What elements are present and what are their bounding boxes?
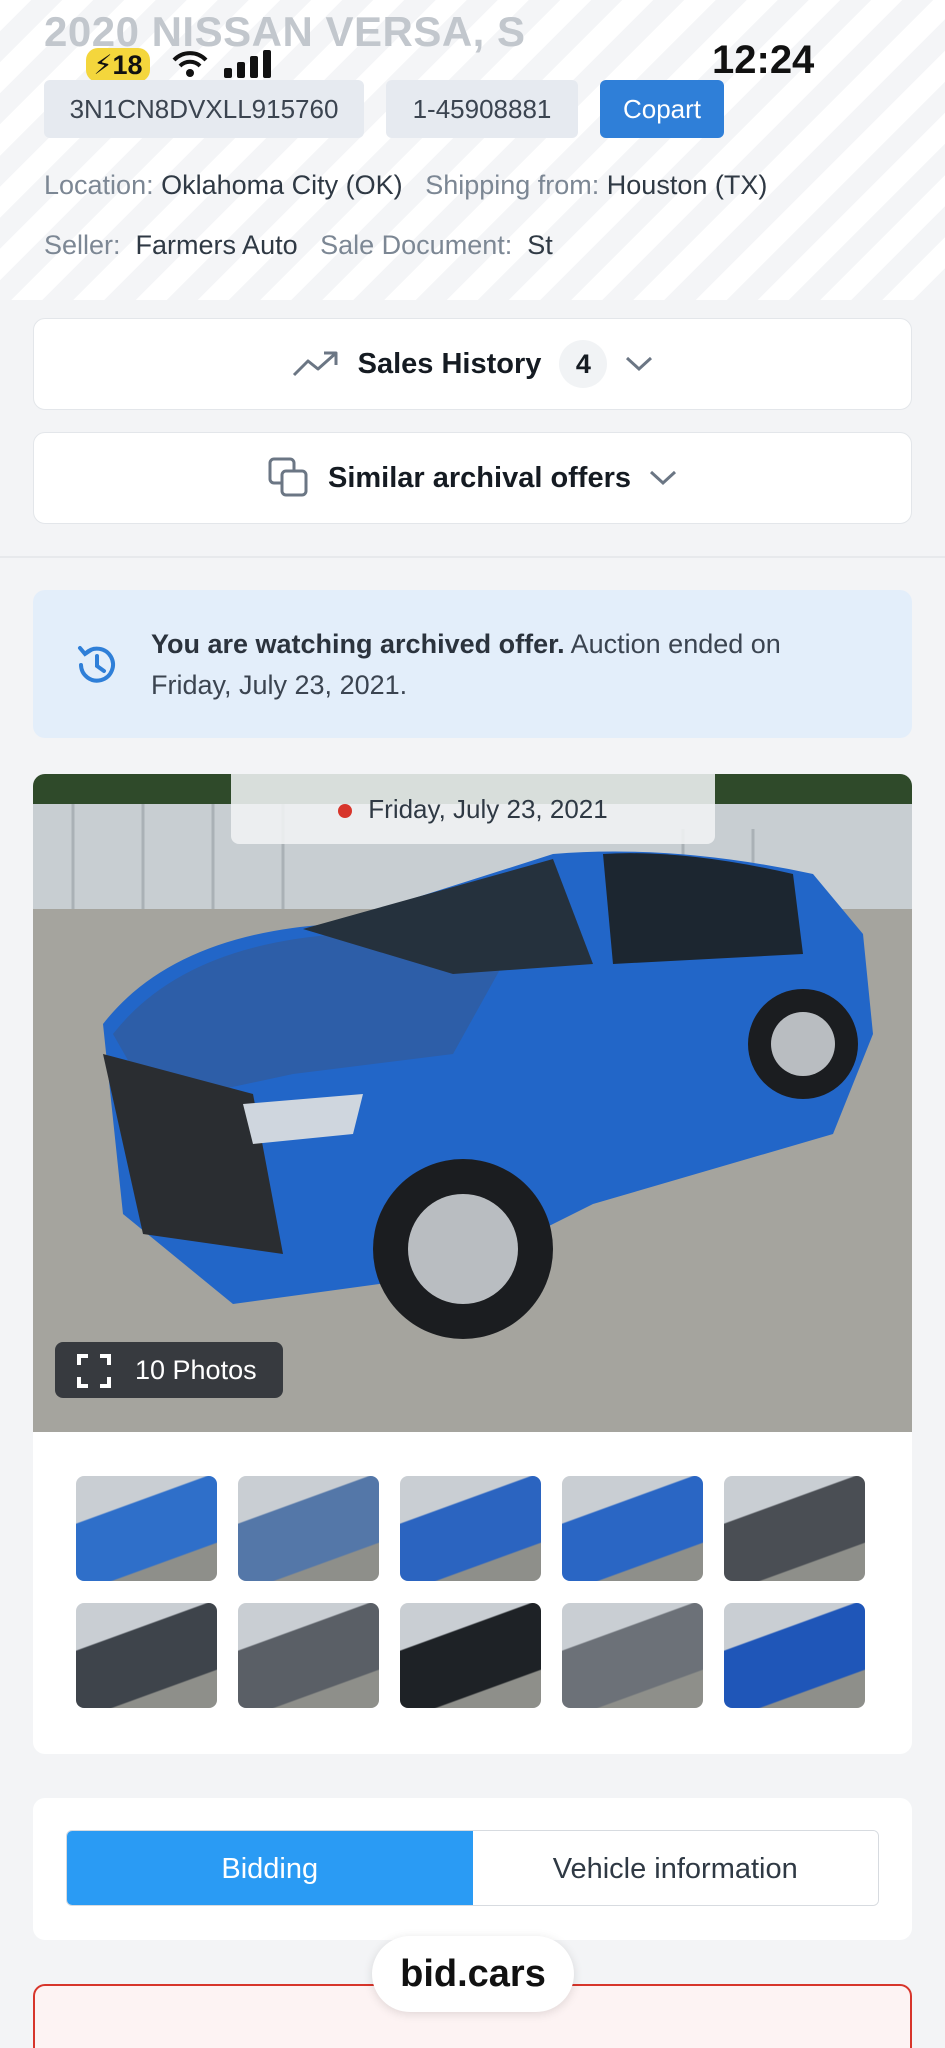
tab-bar: Bidding Vehicle information (66, 1830, 879, 1906)
tab-vehicle-information[interactable]: Vehicle information (472, 1831, 878, 1905)
chevron-down-icon (650, 470, 677, 486)
thumb-front-left[interactable] (76, 1476, 217, 1581)
shipping-label: Shipping from: (425, 170, 600, 200)
tabs-card: Bidding Vehicle information (33, 1798, 912, 1940)
auction-date-pill: Friday, July 23, 2021 (231, 774, 715, 844)
fullscreen-icon (77, 1354, 111, 1388)
thumb-rear-right[interactable] (562, 1476, 703, 1581)
similar-offers-label: Similar archival offers (327, 461, 632, 494)
brand-logo[interactable]: bid.cars (372, 1936, 574, 2012)
thumb-engine[interactable] (238, 1603, 379, 1708)
vin-chip[interactable]: 3N1CN8DVXLL915760 (44, 80, 364, 138)
seller-value: Farmers Auto (135, 230, 298, 260)
seller-line: Seller: Farmers Auto Sale Document: St (44, 230, 553, 261)
notice-bold: You are watching archived offer. (151, 629, 565, 659)
thumb-front-bumper[interactable] (562, 1603, 703, 1708)
section-divider (0, 556, 945, 558)
battery-level: 18 (112, 50, 143, 80)
copy-icon (268, 457, 308, 497)
car-photo-illustration (33, 774, 912, 1432)
history-icon (78, 646, 115, 683)
auction-date: Friday, July 23, 2021 (368, 794, 608, 824)
photo-gallery: Friday, July 23, 2021 10 Photos (33, 774, 912, 1754)
sale-document-value: St (527, 230, 553, 260)
chevron-down-icon (626, 356, 653, 372)
tab-bidding[interactable]: Bidding (67, 1831, 473, 1905)
sale-document-label: Sale Document: (320, 230, 513, 260)
archived-notice: You are watching archived offer. Auction… (33, 590, 912, 738)
similar-offers-accordion[interactable]: Similar archival offers (33, 432, 912, 524)
wifi-icon (172, 51, 208, 77)
sales-history-count: 4 (559, 340, 608, 388)
sales-history-label: Sales History (357, 347, 542, 380)
location-line: Location: Oklahoma City (OK) Shipping fr… (44, 170, 767, 201)
thumb-vin-label[interactable] (724, 1603, 865, 1708)
notice-text: You are watching archived offer. Auction… (151, 624, 791, 706)
thumb-rear-left[interactable] (400, 1476, 541, 1581)
status-dot (338, 804, 353, 819)
trending-up-icon (292, 351, 338, 377)
shipping-value: Houston (TX) (606, 170, 768, 200)
battery-icon: ⚡18 (86, 48, 150, 82)
seller-label: Seller: (44, 230, 121, 260)
copart-button[interactable]: Copart (600, 80, 724, 138)
location-value: Oklahoma City (OK) (161, 170, 403, 200)
thumbnail-grid (76, 1476, 873, 1708)
clock: 12:24 (712, 38, 815, 82)
thumb-front-damage[interactable] (238, 1476, 379, 1581)
lot-chip[interactable]: 1-45908881 (386, 80, 578, 138)
main-photo[interactable]: Friday, July 23, 2021 10 Photos (33, 774, 912, 1432)
thumb-odometer[interactable] (400, 1603, 541, 1708)
signal-icon (224, 50, 271, 78)
location-label: Location: (44, 170, 154, 200)
thumb-interior-rear[interactable] (76, 1603, 217, 1708)
photos-count-label: 10 Photos (135, 1355, 257, 1385)
photos-count-button[interactable]: 10 Photos (55, 1342, 283, 1398)
thumb-interior-front[interactable] (724, 1476, 865, 1581)
vehicle-header: 2020 NISSAN VERSA, S ⚡18 12:24 3N1CN8DVX… (0, 0, 945, 300)
sales-history-accordion[interactable]: Sales History 4 (33, 318, 912, 410)
